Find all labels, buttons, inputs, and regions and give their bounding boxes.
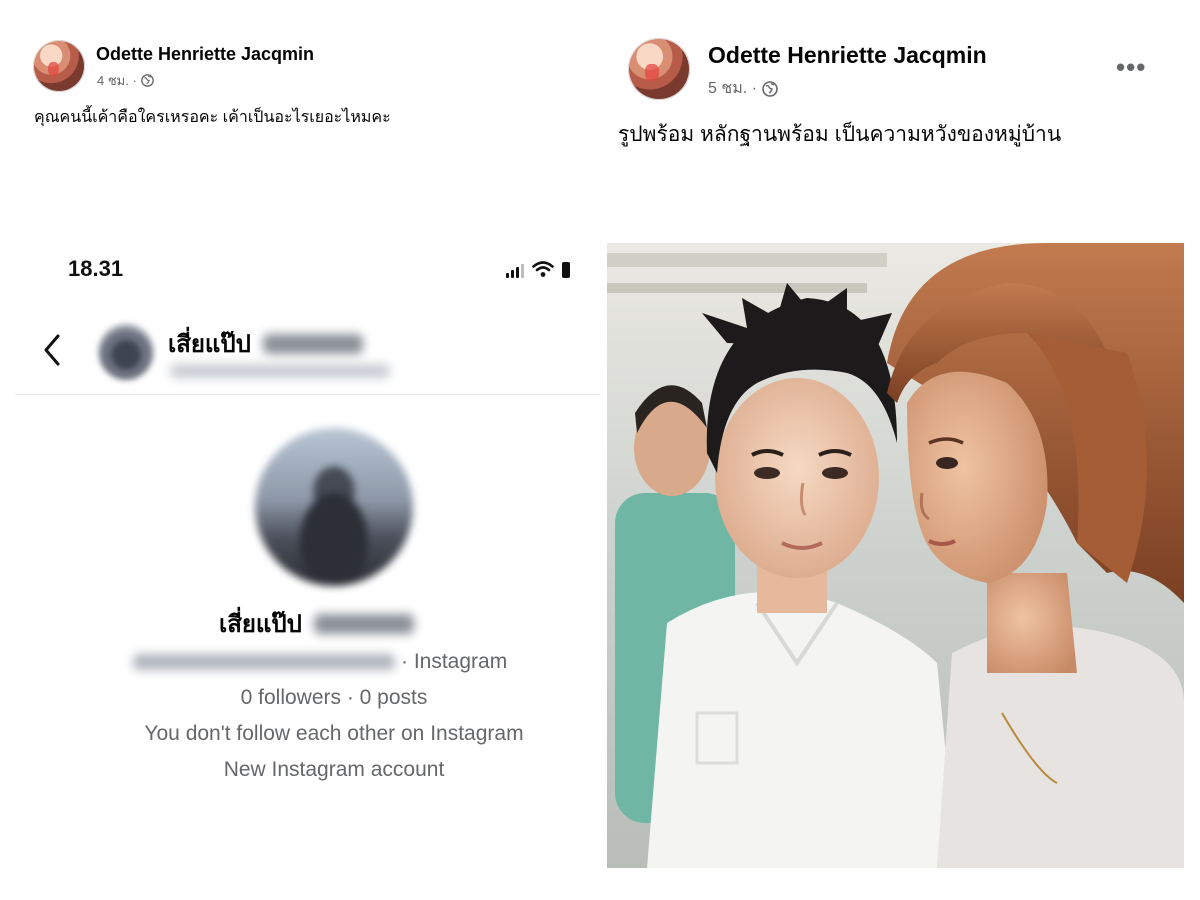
follower-post-counts: 0 followers · 0 posts (240, 686, 428, 709)
post-text: คุณคนนี้เค้าคือใครเหรอคะ เค้าเป็นอะไรเยอ… (34, 109, 391, 126)
blurred-username (170, 364, 390, 378)
header-name: เสี่ยแป๊ป (168, 324, 363, 363)
couple-photo[interactable] (607, 243, 1184, 868)
follow-status: You don't follow each other on Instagram (144, 722, 524, 745)
post-meta: 5 ชม. · (708, 76, 778, 101)
back-arrow-icon[interactable] (38, 330, 66, 370)
battery-icon (562, 262, 570, 278)
author-avatar[interactable] (33, 40, 85, 92)
couple-photo-illustration (607, 243, 1184, 868)
header-divider (15, 394, 600, 395)
messenger-profile-screenshot: 18.31 เสี่ยแป๊ป เสี่ยแป๊ป · Instagram 0 … (0, 238, 600, 900)
post-meta: 4 ชม. · (97, 70, 154, 91)
platform-label: · Instagram (401, 650, 508, 673)
header-name-text: เสี่ยแป๊ป (168, 331, 251, 358)
profile-picture[interactable] (255, 428, 413, 586)
profile-handle-line: · Instagram (133, 650, 507, 674)
status-bar-icons (506, 258, 570, 278)
more-options-icon[interactable]: ••• (1116, 52, 1146, 83)
blurred-handle (133, 654, 395, 670)
post-time[interactable]: 5 ชม. · (708, 76, 757, 101)
profile-name-text: เสี่ยแป๊ป (219, 611, 302, 638)
post-text: รูปพร้อม หลักฐานพร้อม เป็นความหวังของหมู… (618, 123, 1062, 146)
post-time[interactable]: 4 ชม. · (97, 70, 137, 91)
signal-icon (506, 262, 524, 278)
account-note: New Instagram account (223, 758, 445, 781)
profile-name: เสี่ยแป๊ป (219, 604, 414, 643)
author-name[interactable]: Odette Henriette Jacqmin (96, 44, 314, 65)
status-bar-time: 18.31 (68, 256, 124, 281)
author-name[interactable]: Odette Henriette Jacqmin (708, 42, 987, 69)
facebook-post-left: Odette Henriette Jacqmin 4 ชม. · คุณคนนี… (0, 0, 600, 220)
globe-icon (140, 74, 154, 87)
globe-icon (762, 80, 778, 97)
facebook-post-right: Odette Henriette Jacqmin 5 ชม. · ••• รูป… (608, 0, 1200, 238)
header-avatar[interactable] (98, 324, 154, 380)
blurred-surname (262, 333, 363, 354)
wifi-icon (532, 261, 554, 277)
blurred-surname (313, 613, 414, 634)
author-avatar[interactable] (628, 38, 690, 100)
